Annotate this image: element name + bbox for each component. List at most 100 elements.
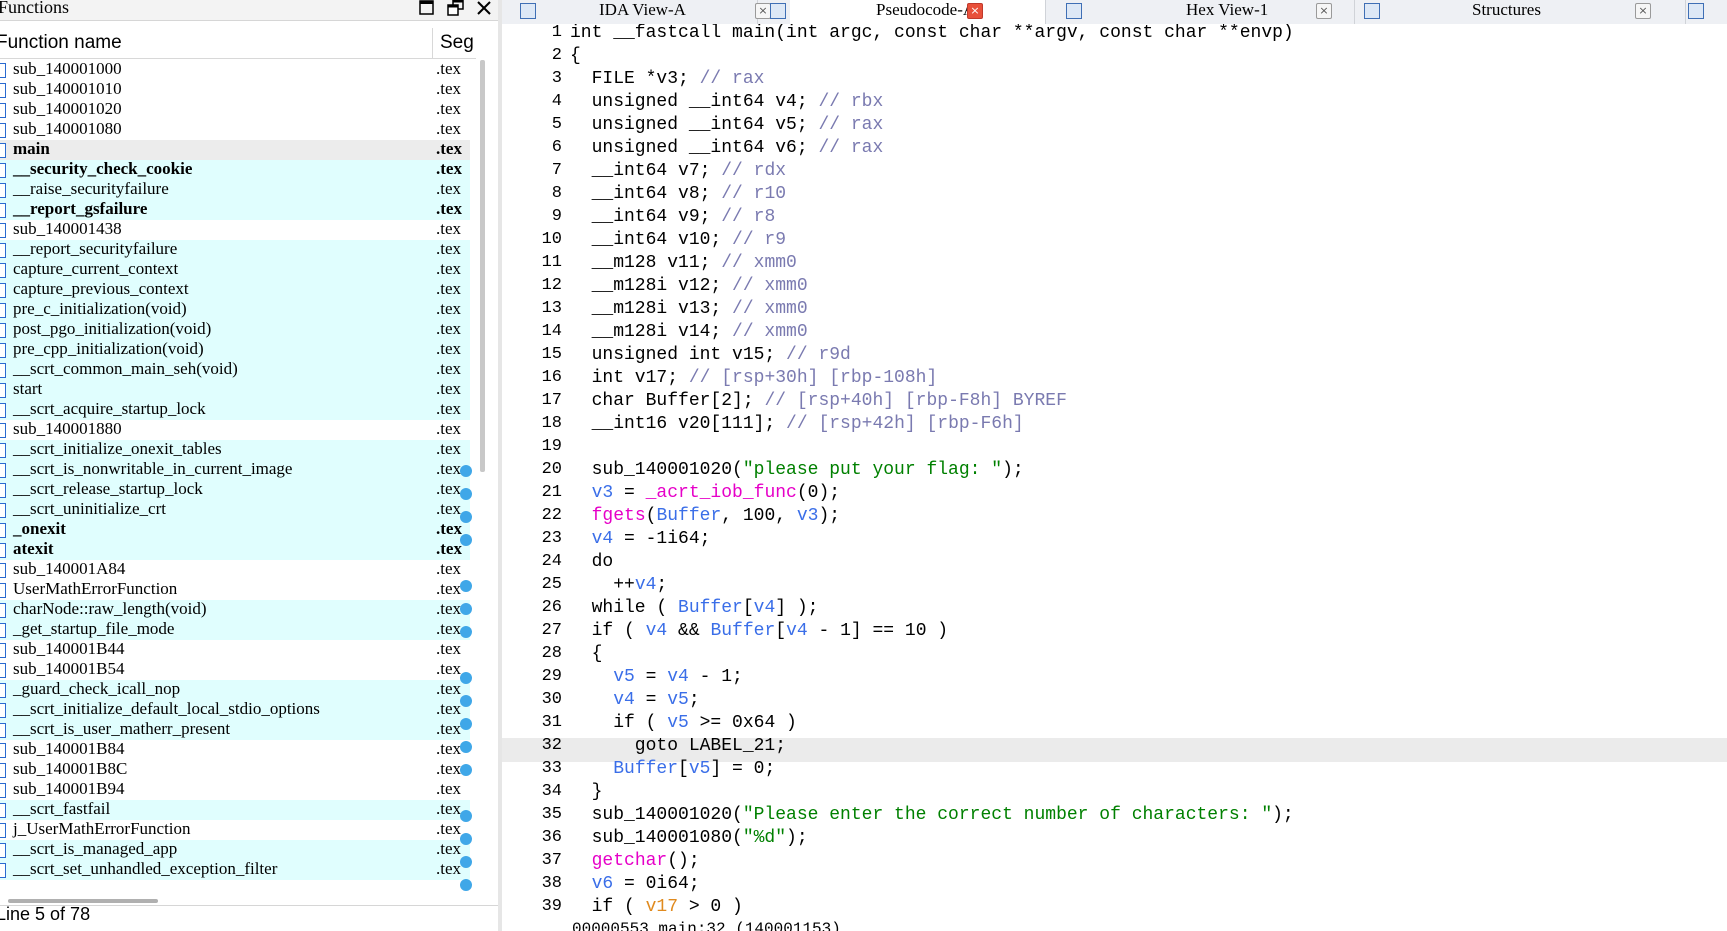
code-line[interactable]: 31 if ( v5 >= 0x64 ) (502, 713, 1727, 736)
column-divider[interactable] (432, 28, 433, 58)
tab-close-icon[interactable]: × (755, 3, 771, 19)
breakpoint-dot-icon[interactable] (460, 580, 472, 592)
restore-icon[interactable] (447, 0, 465, 17)
tab-structures[interactable]: Structures × (1364, 0, 1686, 24)
tab-close-icon[interactable]: × (1635, 3, 1651, 19)
code-line[interactable]: 5 unsigned __int64 v5; // rax (502, 115, 1727, 138)
tab-ida-view-a[interactable]: IDA View-A × (502, 0, 771, 24)
code-line[interactable]: 26 while ( Buffer[v4] ); (502, 598, 1727, 621)
code-line[interactable]: 16 int v17; // [rsp+30h] [rbp-108h] (502, 368, 1727, 391)
tab-pseudocode-a[interactable]: Pseudocode-A × (770, 0, 1046, 25)
code-line[interactable]: 8 __int64 v8; // r10 (502, 184, 1727, 207)
function-row[interactable]: sub_140001B84 .tex (0, 739, 470, 760)
code-line[interactable]: 32 goto LABEL_21; (502, 736, 1727, 759)
breakpoint-dot-icon[interactable] (460, 879, 472, 891)
code-line[interactable]: 1 int __fastcall main(int argc, const cha… (502, 24, 1727, 46)
function-row[interactable]: __scrt_set_unhandled_exception_filter .te… (0, 859, 470, 880)
code-line[interactable]: 38 v6 = 0i64; (502, 874, 1727, 897)
function-row[interactable]: sub_140001B94 .tex (0, 779, 470, 800)
close-icon[interactable] (475, 0, 493, 17)
code-line[interactable]: 15 unsigned int v15; // r9d (502, 345, 1727, 368)
tab-close-icon[interactable]: × (1316, 3, 1332, 19)
breakpoint-dot-icon[interactable] (460, 810, 472, 822)
function-row[interactable]: __scrt_release_startup_lock .tex (0, 479, 470, 500)
code-line[interactable]: 24 do (502, 552, 1727, 575)
code-line[interactable]: 11 __m128 v11; // xmm0 (502, 253, 1727, 276)
function-row[interactable]: pre_c_initialization(void) .tex (0, 299, 470, 320)
function-row[interactable]: charNode::raw_length(void) .tex (0, 599, 470, 620)
code-line[interactable]: 14 __m128i v14; // xmm0 (502, 322, 1727, 345)
vertical-scrollbar[interactable] (480, 60, 485, 472)
code-line[interactable]: 27 if ( v4 && Buffer[v4 - 1] == 10 ) (502, 621, 1727, 644)
column-header-function-name[interactable]: Function name (0, 32, 122, 54)
function-row[interactable]: j_UserMathErrorFunction .tex (0, 819, 470, 840)
function-row[interactable]: start .tex (0, 379, 470, 400)
function-row[interactable]: capture_current_context .tex (0, 259, 470, 280)
code-line[interactable]: 28 { (502, 644, 1727, 667)
code-line[interactable]: 30 v4 = v5; (502, 690, 1727, 713)
code-line[interactable]: 10 __int64 v10; // r9 (502, 230, 1727, 253)
function-row[interactable]: __report_gsfailure .tex (0, 199, 470, 220)
code-line[interactable]: 18 __int16 v20[111]; // [rsp+42h] [rbp-F… (502, 414, 1727, 437)
pseudocode-view[interactable]: 1 int __fastcall main(int argc, const cha… (502, 24, 1727, 931)
function-row[interactable]: main .tex (0, 139, 470, 160)
function-row[interactable]: __scrt_is_managed_app .tex (0, 839, 470, 860)
function-row[interactable]: sub_140001080 .tex (0, 119, 470, 140)
function-row[interactable]: _onexit .tex (0, 519, 470, 540)
function-row[interactable]: sub_140001438 .tex (0, 219, 470, 240)
function-row[interactable]: atexit .tex (0, 539, 470, 560)
breakpoint-dot-icon[interactable] (460, 741, 472, 753)
breakpoint-dot-icon[interactable] (460, 718, 472, 730)
breakpoint-dot-icon[interactable] (460, 764, 472, 776)
code-line[interactable]: 29 v5 = v4 - 1; (502, 667, 1727, 690)
breakpoint-gutter[interactable] (460, 24, 480, 931)
function-row[interactable]: __scrt_acquire_startup_lock .tex (0, 399, 470, 420)
function-row[interactable]: _guard_check_icall_nop .tex (0, 679, 470, 700)
breakpoint-dot-icon[interactable] (460, 488, 472, 500)
breakpoint-dot-icon[interactable] (460, 856, 472, 868)
maximize-icon[interactable] (418, 0, 436, 17)
code-line[interactable]: 7 __int64 v7; // rdx (502, 161, 1727, 184)
function-row[interactable]: __scrt_common_main_seh(void) .tex (0, 359, 470, 380)
code-line[interactable]: 34 } (502, 782, 1727, 805)
function-row[interactable]: sub_140001B54 .tex (0, 659, 470, 680)
code-line[interactable]: 35 sub_140001020("Please enter the corre… (502, 805, 1727, 828)
code-line[interactable]: 21 v3 = _acrt_iob_func(0); (502, 483, 1727, 506)
function-row[interactable]: sub_140001B44 .tex (0, 639, 470, 660)
code-line[interactable]: 39 if ( v17 > 0 ) (502, 897, 1727, 920)
code-line[interactable]: 13 __m128i v13; // xmm0 (502, 299, 1727, 322)
function-row[interactable]: __scrt_initialize_onexit_tables .tex (0, 439, 470, 460)
tab-hex-view-1[interactable]: Hex View-1 × (1066, 0, 1355, 24)
function-row[interactable]: __security_check_cookie .tex (0, 159, 470, 180)
code-line[interactable]: 6 unsigned __int64 v6; // rax (502, 138, 1727, 161)
function-row[interactable]: sub_140001000 .tex (0, 60, 470, 80)
function-row[interactable]: __scrt_fastfail .tex (0, 799, 470, 820)
function-row[interactable]: __scrt_is_user_matherr_present .tex (0, 719, 470, 740)
next-view-icon[interactable] (1688, 3, 1704, 19)
function-row[interactable]: __raise_securityfailure .tex (0, 179, 470, 200)
horizontal-scrollbar[interactable] (8, 899, 158, 903)
breakpoint-dot-icon[interactable] (460, 465, 472, 477)
code-line[interactable]: 4 unsigned __int64 v4; // rbx (502, 92, 1727, 115)
function-row[interactable]: pre_cpp_initialization(void) .tex (0, 339, 470, 360)
breakpoint-dot-icon[interactable] (460, 534, 472, 546)
function-row[interactable]: sub_140001880 .tex (0, 419, 470, 440)
function-row[interactable]: capture_previous_context .tex (0, 279, 470, 300)
code-line[interactable]: 9 __int64 v9; // r8 (502, 207, 1727, 230)
code-line[interactable]: 37 getchar(); (502, 851, 1727, 874)
code-line[interactable]: 17 char Buffer[2]; // [rsp+40h] [rbp-F8h… (502, 391, 1727, 414)
breakpoint-dot-icon[interactable] (460, 833, 472, 845)
function-row[interactable]: UserMathErrorFunction .tex (0, 579, 470, 600)
code-line[interactable]: 2{ (502, 46, 1727, 69)
function-row[interactable]: sub_140001020 .tex (0, 99, 470, 120)
code-line[interactable]: 19 (502, 437, 1727, 460)
breakpoint-dot-icon[interactable] (460, 511, 472, 523)
function-row[interactable]: sub_140001B8C .tex (0, 759, 470, 780)
tab-close-icon[interactable]: × (967, 3, 983, 19)
code-line[interactable]: 20 sub_140001020("please put your flag: … (502, 460, 1727, 483)
function-row[interactable]: __scrt_is_nonwritable_in_current_image .t… (0, 459, 470, 480)
code-line[interactable]: 25 ++v4; (502, 575, 1727, 598)
breakpoint-dot-icon[interactable] (460, 672, 472, 684)
function-row[interactable]: post_pgo_initialization(void) .tex (0, 319, 470, 340)
code-line[interactable]: 23 v4 = -1i64; (502, 529, 1727, 552)
